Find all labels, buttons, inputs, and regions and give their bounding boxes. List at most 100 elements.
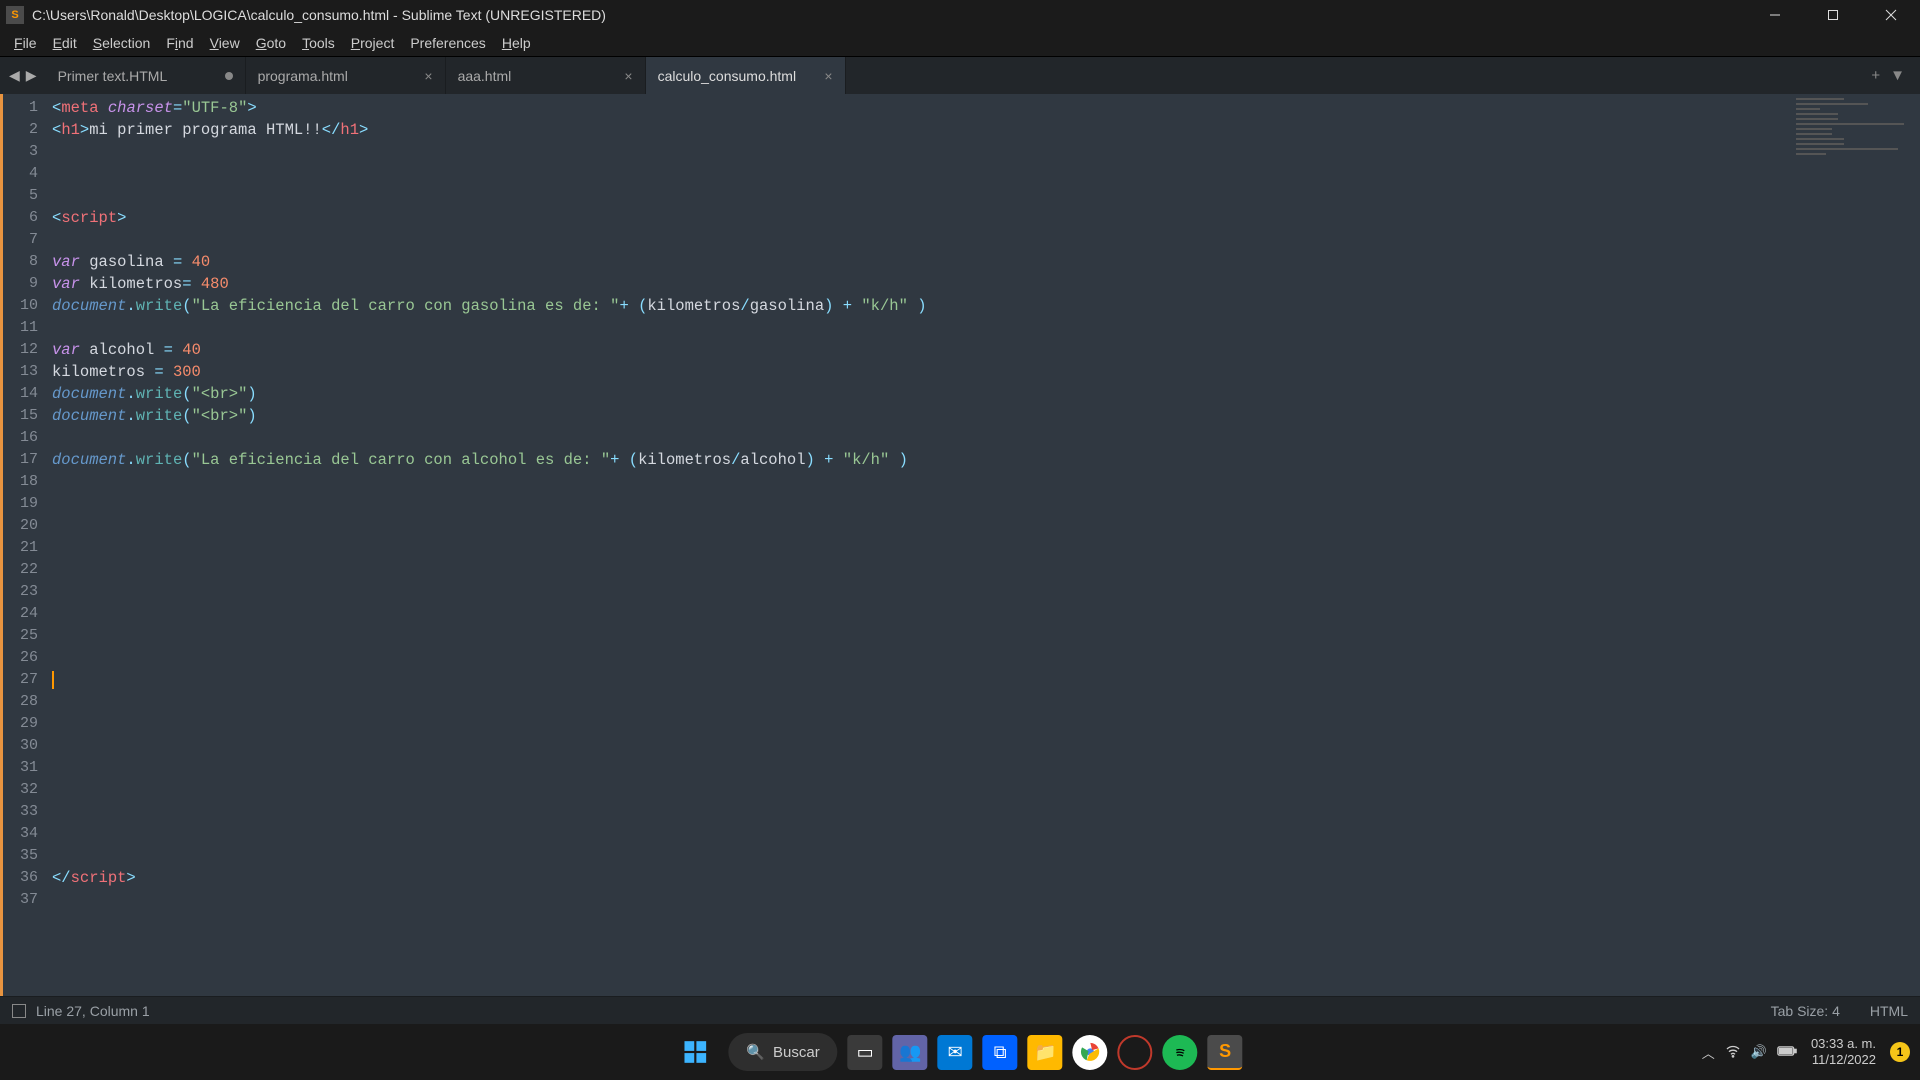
line-number: 34: [3, 823, 52, 845]
code-line[interactable]: [52, 779, 1920, 801]
line-number: 24: [3, 603, 52, 625]
code-line[interactable]: [52, 735, 1920, 757]
chrome-icon[interactable]: [1073, 1035, 1108, 1070]
code-line[interactable]: [52, 317, 1920, 339]
line-number: 30: [3, 735, 52, 757]
volume-icon[interactable]: 🔊: [1751, 1044, 1767, 1060]
code-line[interactable]: [52, 625, 1920, 647]
tab-menu-button[interactable]: ▼: [1885, 67, 1910, 84]
editor-area[interactable]: 1234567891011121314151617181920212223242…: [0, 94, 1920, 996]
code-line[interactable]: [52, 647, 1920, 669]
code-line[interactable]: [52, 427, 1920, 449]
code-line[interactable]: [52, 493, 1920, 515]
line-number: 20: [3, 515, 52, 537]
code-line[interactable]: [52, 559, 1920, 581]
close-icon[interactable]: ×: [614, 68, 632, 84]
code-line[interactable]: <meta charset="UTF-8">: [52, 97, 1920, 119]
explorer-icon[interactable]: 📁: [1028, 1035, 1063, 1070]
maximize-button[interactable]: [1804, 0, 1862, 30]
line-number: 1: [3, 97, 52, 119]
tabbar: ◀ ▶ Primer text.HTML programa.html × aaa…: [0, 56, 1920, 94]
code-line[interactable]: document.write("<br>"): [52, 383, 1920, 405]
tray-overflow-icon[interactable]: ︿: [1702, 1043, 1715, 1062]
syntax-button[interactable]: HTML: [1870, 1003, 1908, 1019]
code-line[interactable]: [52, 141, 1920, 163]
code-line[interactable]: [52, 801, 1920, 823]
code-line[interactable]: document.write("La eficiencia del carro …: [52, 449, 1920, 471]
tab-programa[interactable]: programa.html ×: [246, 57, 446, 94]
code-line[interactable]: [52, 823, 1920, 845]
windows-taskbar[interactable]: 🔍 Buscar ▭ 👥 ✉ ⧉ 📁 S ︿ 🔊: [0, 1024, 1920, 1080]
tab-aaa[interactable]: aaa.html ×: [446, 57, 646, 94]
mail-icon[interactable]: ✉: [938, 1035, 973, 1070]
minimize-button[interactable]: [1746, 0, 1804, 30]
code-line[interactable]: [52, 713, 1920, 735]
tab-calculo-consumo[interactable]: calculo_consumo.html ×: [646, 57, 846, 94]
system-tray[interactable]: ︿ 🔊 03:33 a. m. 11/12/2022 1: [1702, 1036, 1910, 1068]
code-line[interactable]: [52, 229, 1920, 251]
tab-label: aaa.html: [458, 68, 615, 84]
new-tab-button[interactable]: +: [1866, 67, 1885, 84]
close-button[interactable]: [1862, 0, 1920, 30]
code-line[interactable]: [52, 603, 1920, 625]
code-line[interactable]: [52, 471, 1920, 493]
code-line[interactable]: [52, 537, 1920, 559]
sublime-icon[interactable]: S: [1208, 1035, 1243, 1070]
line-number: 18: [3, 471, 52, 493]
code-line[interactable]: [52, 669, 1920, 691]
menu-file[interactable]: File: [6, 33, 45, 53]
tab-size-button[interactable]: Tab Size: 4: [1771, 1003, 1840, 1019]
code-line[interactable]: [52, 889, 1920, 911]
code-line[interactable]: document.write("La eficiencia del carro …: [52, 295, 1920, 317]
menu-preferences[interactable]: Preferences: [402, 33, 493, 53]
menu-project[interactable]: Project: [343, 33, 403, 53]
line-number: 27: [3, 669, 52, 691]
line-number: 13: [3, 361, 52, 383]
code-line[interactable]: [52, 581, 1920, 603]
line-number: 35: [3, 845, 52, 867]
code-line[interactable]: [52, 757, 1920, 779]
line-number: 16: [3, 427, 52, 449]
code-line[interactable]: var kilometros= 480: [52, 273, 1920, 295]
panel-toggle-icon[interactable]: [12, 1004, 26, 1018]
menu-help[interactable]: Help: [494, 33, 539, 53]
code-line[interactable]: [52, 845, 1920, 867]
taskbar-search[interactable]: 🔍 Buscar: [728, 1033, 837, 1071]
menu-find[interactable]: Find: [158, 33, 201, 53]
menu-edit[interactable]: Edit: [45, 33, 85, 53]
code-line[interactable]: [52, 691, 1920, 713]
close-icon[interactable]: ×: [414, 68, 432, 84]
line-number: 28: [3, 691, 52, 713]
task-view-icon[interactable]: ▭: [848, 1035, 883, 1070]
code-line[interactable]: <script>: [52, 207, 1920, 229]
code-line[interactable]: document.write("<br>"): [52, 405, 1920, 427]
code-line[interactable]: [52, 163, 1920, 185]
menu-selection[interactable]: Selection: [85, 33, 159, 53]
opera-icon[interactable]: [1118, 1035, 1153, 1070]
code-line[interactable]: <h1>mi primer programa HTML!!</h1>: [52, 119, 1920, 141]
code-line[interactable]: [52, 185, 1920, 207]
spotify-icon[interactable]: [1163, 1035, 1198, 1070]
code-content[interactable]: <meta charset="UTF-8"><h1>mi primer prog…: [52, 94, 1920, 996]
menu-goto[interactable]: Goto: [248, 33, 294, 53]
code-line[interactable]: var gasolina = 40: [52, 251, 1920, 273]
notification-badge[interactable]: 1: [1890, 1042, 1910, 1062]
titlebar[interactable]: S C:\Users\Ronald\Desktop\LOGICA\calculo…: [0, 0, 1920, 30]
code-line[interactable]: kilometros = 300: [52, 361, 1920, 383]
clock[interactable]: 03:33 a. m. 11/12/2022: [1811, 1036, 1876, 1068]
teams-icon[interactable]: 👥: [893, 1035, 928, 1070]
dropbox-icon[interactable]: ⧉: [983, 1035, 1018, 1070]
start-button[interactable]: [677, 1035, 712, 1070]
menu-view[interactable]: View: [202, 33, 248, 53]
line-number: 5: [3, 185, 52, 207]
tab-primer-text[interactable]: Primer text.HTML: [46, 57, 246, 94]
close-icon[interactable]: ×: [814, 68, 832, 84]
code-line[interactable]: </script>: [52, 867, 1920, 889]
tab-nav-back[interactable]: ◀: [6, 67, 23, 84]
menu-tools[interactable]: Tools: [294, 33, 343, 53]
battery-icon[interactable]: [1777, 1045, 1797, 1060]
code-line[interactable]: var alcohol = 40: [52, 339, 1920, 361]
tab-nav-forward[interactable]: ▶: [23, 67, 40, 84]
wifi-icon[interactable]: [1725, 1043, 1741, 1062]
code-line[interactable]: [52, 515, 1920, 537]
